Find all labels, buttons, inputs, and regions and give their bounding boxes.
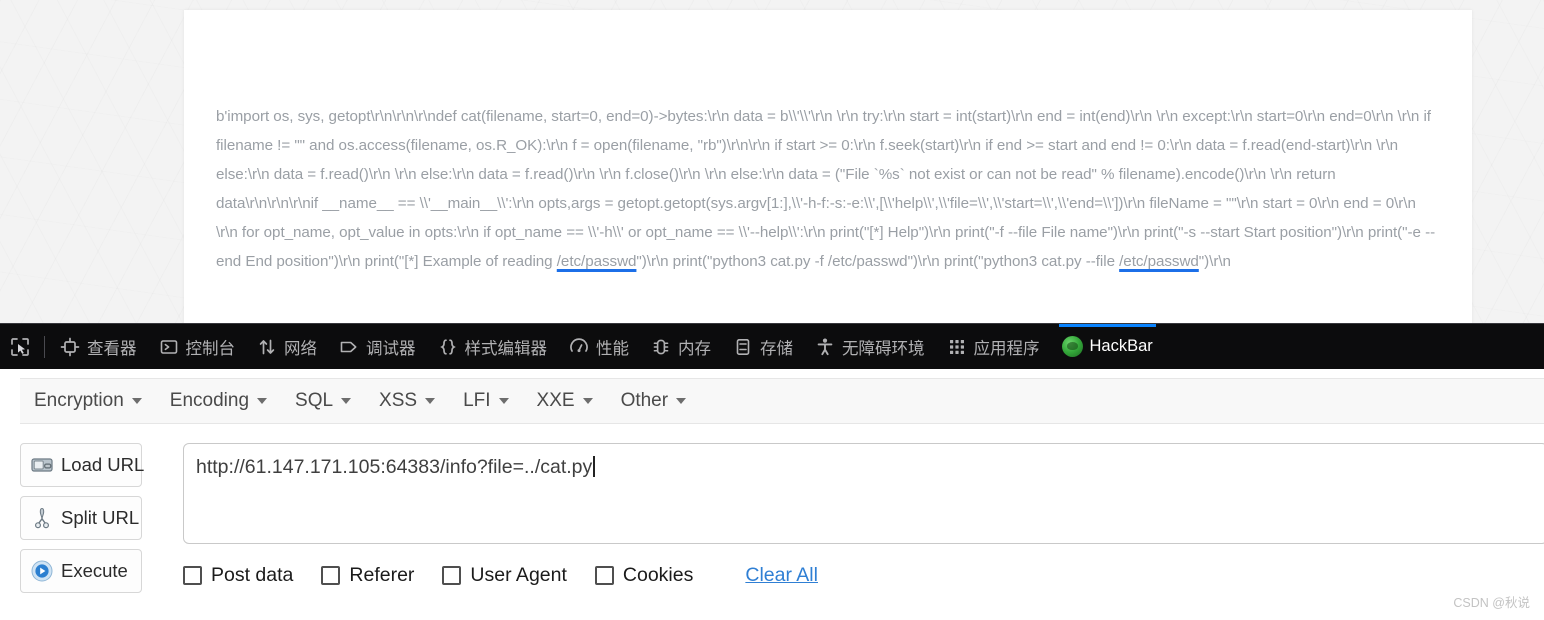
- chevron-down-icon: [582, 398, 593, 404]
- devtools-tab-label: 查看器: [87, 339, 137, 358]
- checkbox-referer[interactable]: Referer: [321, 564, 414, 587]
- hackbar-menu-other[interactable]: Other: [607, 379, 701, 423]
- split-url-scissors-icon: [34, 507, 50, 529]
- csdn-watermark: CSDN @秋说: [1453, 596, 1530, 610]
- response-text-part-2: ")\r\n print("python3 cat.py -f /etc/pas…: [636, 253, 1120, 270]
- url-input-value: http://61.147.171.105:64383/info?file=..…: [196, 456, 593, 478]
- checkbox-label: Cookies: [622, 564, 694, 586]
- devtools-tab-network[interactable]: 网络: [246, 324, 328, 370]
- page-content-card: b'import os, sys, getopt\r\n\r\n\r\ndef …: [184, 10, 1472, 330]
- application-icon: [949, 339, 964, 354]
- hackbar-menu-lfi[interactable]: LFI: [449, 379, 522, 423]
- text-cursor: [593, 456, 595, 477]
- hackbar-menu-encryption[interactable]: Encryption: [20, 379, 156, 423]
- hackbar-menubar: Encryption Encoding SQL XSS LFI XXE Othe…: [20, 378, 1544, 424]
- devtools-tab-console[interactable]: 控制台: [148, 324, 247, 370]
- checkbox-cookies[interactable]: Cookies: [594, 564, 694, 587]
- devtools-tab-performance[interactable]: 性能: [558, 324, 640, 370]
- hackbar-button-column: Load URL Split URL Execute: [0, 434, 163, 620]
- hackbar-main-row: Load URL Split URL Execute http://61.147…: [0, 434, 1544, 620]
- checkbox-box-icon[interactable]: [442, 566, 462, 585]
- devtools-tab-label: 内存: [678, 339, 711, 358]
- load-url-icon: [31, 458, 53, 472]
- devtools-tab-label: 控制台: [185, 339, 236, 358]
- devtools-tab-application[interactable]: 应用程序: [936, 324, 1051, 370]
- devtools-tab-accessibility[interactable]: 无障碍环境: [804, 324, 936, 370]
- menu-label: Encoding: [169, 390, 250, 411]
- hackbar-options-row: Post data Referer User Agent Cookies Cle…: [183, 564, 1544, 587]
- devtools-tab-storage[interactable]: 存储: [722, 324, 804, 370]
- devtools-tab-label: HackBar: [1089, 337, 1153, 355]
- browser-page-area: b'import os, sys, getopt\r\n\r\n\r\ndef …: [0, 0, 1544, 330]
- page-response-text: b'import os, sys, getopt\r\n\r\n\r\ndef …: [216, 102, 1438, 276]
- menu-label: SQL: [295, 390, 334, 411]
- performance-icon: [570, 337, 588, 352]
- button-label: Split URL: [61, 507, 140, 528]
- checkbox-user-agent[interactable]: User Agent: [442, 564, 567, 587]
- response-text-part-3: ")\r\n: [1198, 253, 1231, 270]
- checkbox-label: User Agent: [470, 564, 567, 586]
- load-url-button[interactable]: Load URL: [20, 443, 145, 487]
- devtools-tab-label: 应用程序: [973, 339, 1040, 358]
- chevron-down-icon: [341, 398, 352, 404]
- hackbar-menu-sql[interactable]: SQL: [281, 379, 365, 423]
- element-picker-icon: [11, 337, 29, 356]
- hackbar-panel: Encryption Encoding SQL XSS LFI XXE Othe…: [0, 369, 1544, 620]
- chevron-down-icon: [676, 398, 687, 404]
- devtools-tab-label: 调试器: [366, 339, 416, 358]
- checkbox-box-icon[interactable]: [183, 566, 202, 585]
- accessibility-icon: [817, 338, 833, 355]
- checkbox-label: Post data: [211, 564, 294, 586]
- checkbox-box-icon[interactable]: [321, 566, 341, 585]
- inspector-icon: [60, 337, 80, 356]
- menu-label: LFI: [463, 390, 491, 411]
- menu-label: Other: [620, 390, 669, 411]
- devtools-tab-label: 网络: [284, 339, 317, 358]
- etc-passwd-link-1[interactable]: /etc/passwd: [557, 253, 637, 270]
- toolbar-divider: [44, 335, 45, 358]
- chevron-down-icon: [498, 398, 509, 404]
- devtools-tab-memory[interactable]: 内存: [640, 324, 722, 370]
- button-label: Load URL: [61, 454, 145, 475]
- devtools-tab-label: 存储: [760, 339, 793, 358]
- devtools-tab-hackbar[interactable]: HackBar: [1051, 323, 1164, 370]
- checkbox-post-data[interactable]: Post data: [183, 564, 293, 587]
- memory-icon: [653, 339, 669, 354]
- devtools-tab-style-editor[interactable]: 样式编辑器: [427, 324, 559, 370]
- menu-label: Encryption: [34, 390, 124, 411]
- style-editor-icon: [439, 338, 456, 355]
- hackbar-menu-encoding[interactable]: Encoding: [156, 379, 281, 423]
- devtools-tab-inspector[interactable]: 查看器: [49, 324, 148, 370]
- hackbar-menu-xxe[interactable]: XXE: [523, 379, 607, 423]
- chevron-down-icon: [131, 398, 142, 404]
- hackbar-firefox-logo-icon: [1061, 336, 1083, 357]
- etc-passwd-link-2[interactable]: /etc/passwd: [1119, 253, 1199, 270]
- clear-all-link[interactable]: Clear All: [745, 564, 818, 587]
- checkbox-label: Referer: [349, 564, 415, 586]
- devtools-tab-label: 样式编辑器: [464, 339, 548, 358]
- chevron-down-icon: [257, 398, 268, 404]
- url-input[interactable]: http://61.147.171.105:64383/info?file=..…: [183, 443, 1544, 544]
- devtools-tab-label: 无障碍环境: [842, 339, 925, 358]
- hackbar-input-column: http://61.147.171.105:64383/info?file=..…: [163, 434, 1544, 620]
- storage-icon: [736, 338, 750, 355]
- devtools-tab-label: 性能: [596, 339, 629, 358]
- chevron-down-icon: [425, 398, 436, 404]
- console-icon: [160, 339, 177, 354]
- response-text-part-1: b'import os, sys, getopt\r\n\r\n\r\ndef …: [216, 108, 1436, 270]
- menu-label: XXE: [536, 390, 575, 411]
- element-picker-button[interactable]: [0, 324, 40, 370]
- split-url-button[interactable]: Split URL: [20, 496, 142, 540]
- execute-play-icon: [31, 560, 53, 582]
- network-icon: [259, 339, 275, 354]
- execute-button[interactable]: Execute: [20, 549, 142, 593]
- menu-label: XSS: [379, 390, 418, 411]
- checkbox-box-icon[interactable]: [594, 566, 614, 585]
- hackbar-menu-xss[interactable]: XSS: [365, 379, 449, 423]
- debugger-icon: [340, 341, 357, 352]
- devtools-tab-debugger[interactable]: 调试器: [328, 324, 427, 370]
- button-label: Execute: [61, 560, 128, 581]
- devtools-toolbar: 查看器 控制台 网络 调试器 样式编辑器 性能 内存 存储 无障碍环境 应用程序…: [0, 323, 1544, 369]
